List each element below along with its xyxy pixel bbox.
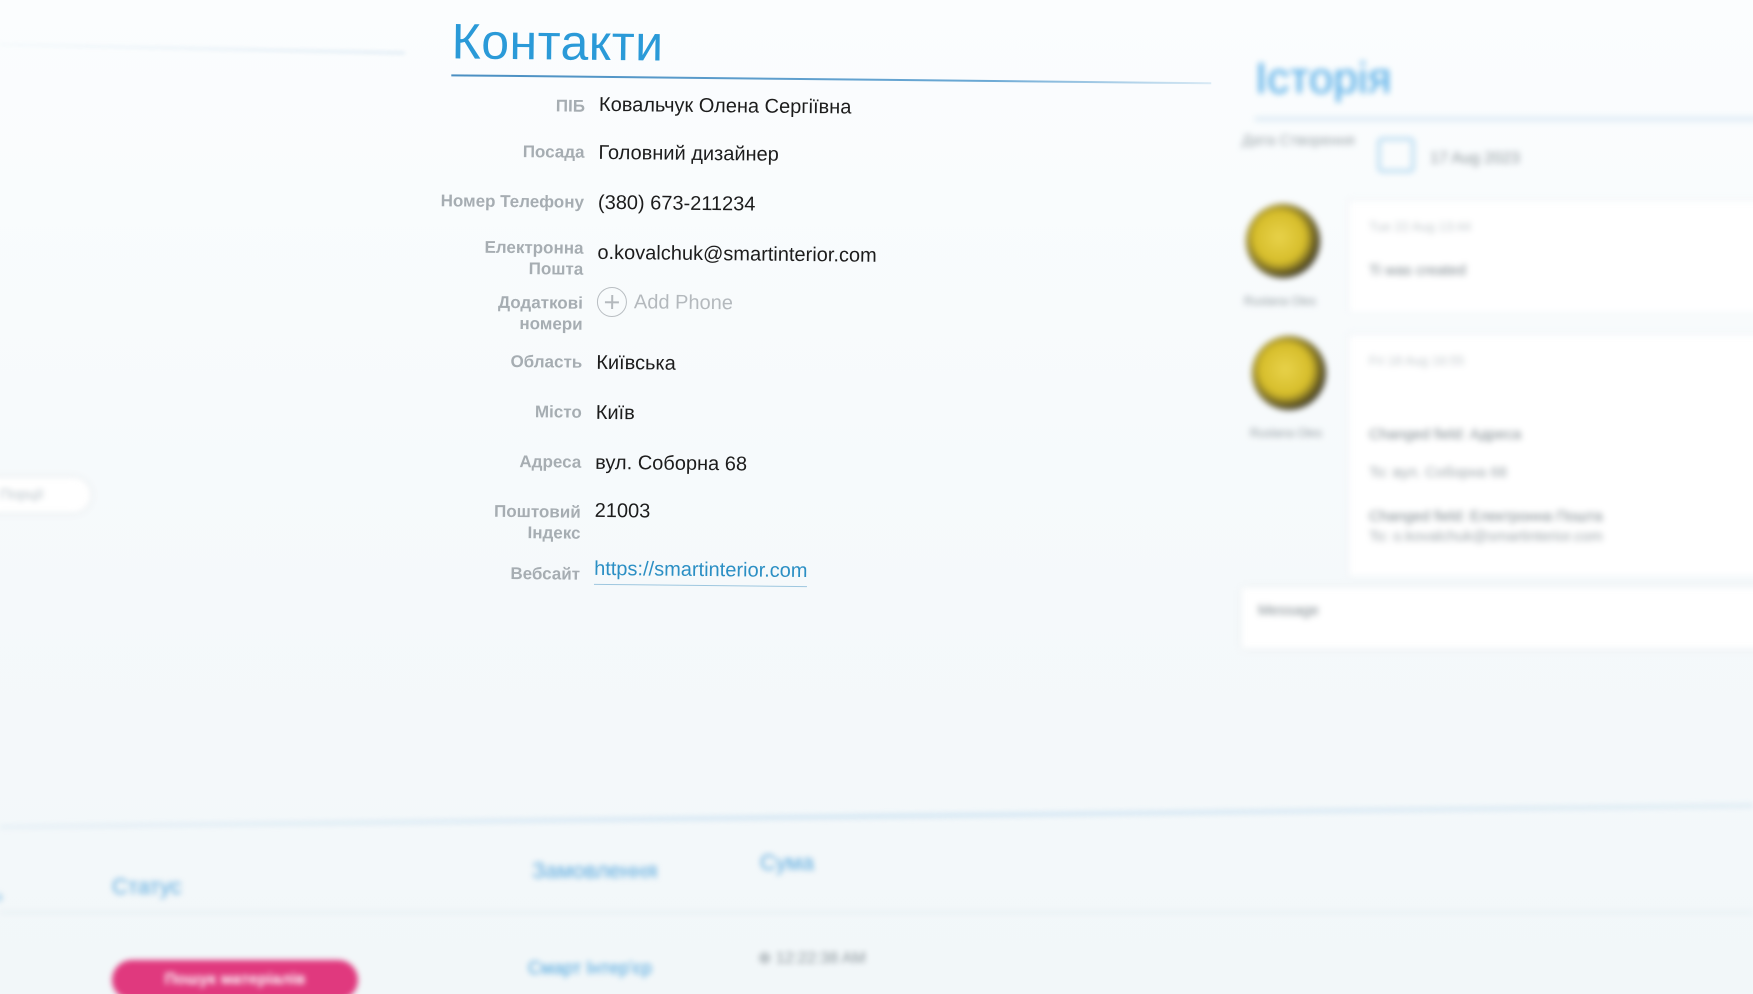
history-author-2: Ruslana Oles	[1250, 426, 1323, 440]
calendar-icon[interactable]	[1378, 138, 1414, 172]
left-filter-pill[interactable]: Порції	[0, 478, 90, 512]
field-address: Адреса вул. Соборна 68	[415, 450, 1215, 476]
table-top-divider	[0, 804, 1753, 828]
avatar	[1246, 204, 1320, 278]
created-date-label: Дата Створення	[1242, 132, 1355, 149]
contacts-title-underline	[451, 74, 1212, 85]
field-full-name: ПІБ Ковальчук Олена Сергіївна	[419, 90, 1219, 119]
history-entry-2: Fri 18 Aug 16:55 Changed field: Адреса T…	[1348, 334, 1753, 575]
column-header-status[interactable]: Статус	[112, 874, 182, 900]
full-name-value[interactable]: Ковальчук Олена Сергіївна	[599, 94, 852, 120]
history-change-1-line2: To: вул. Соборна 68	[1369, 464, 1508, 481]
history-entry-1-time: Tue 22 Aug 13:44	[1369, 219, 1472, 234]
history-change-2: Changed field: Електронна Пошта To: o.ko…	[1369, 507, 1603, 547]
column-header-order[interactable]: Замовлення	[532, 858, 657, 884]
status-badge[interactable]: Пошук матеріалів	[112, 960, 358, 994]
contacts-title: Контакти	[451, 13, 664, 72]
order-link[interactable]: Смарт Інтер'єр	[528, 958, 652, 979]
email-label-line1: Електронна	[484, 237, 584, 258]
postal-code-label: Поштовий Індекс	[400, 500, 581, 544]
city-value[interactable]: Київ	[596, 402, 635, 425]
phone-value[interactable]: (380) 673-211234	[598, 192, 756, 217]
full-name-label: ПІБ	[555, 96, 586, 116]
field-postal-code: Поштовий Індекс 21003	[415, 500, 1215, 543]
orders-table: › Статус Замовлення Сума Пошук матеріалі…	[0, 804, 1753, 994]
add-phone-label: Add Phone	[633, 290, 734, 314]
message-placeholder: Message	[1258, 602, 1319, 619]
plus-circle-icon	[596, 286, 628, 318]
table-header-divider	[0, 912, 1753, 913]
history-change-2-line2: To: o.kovalchuk@smartinterior.com	[1369, 528, 1603, 545]
extra-numbers-label: Додаткові номери	[403, 291, 583, 335]
history-title: Історія	[1255, 54, 1392, 103]
field-city: Місто Київ	[416, 400, 1216, 424]
postal-code-label-line1: Поштовий	[494, 501, 581, 522]
email-label: Електронна Пошта	[403, 236, 583, 280]
left-panel-divider	[0, 44, 405, 54]
row-time: ⊕ 12:22:38 AM	[758, 950, 866, 967]
contacts-panel: Контакти ПІБ Ковальчук Олена Сергіївна П…	[413, 8, 1220, 696]
history-change-1-line1: Changed field: Адреса	[1369, 426, 1522, 443]
website-label: Вебсайт	[510, 563, 581, 584]
postal-code-value[interactable]: 21003	[595, 500, 651, 524]
address-label: Адреса	[519, 452, 582, 472]
region-value[interactable]: Київська	[596, 352, 676, 376]
history-panel: Історія Дата Створення 17 Aug 2023 Rusla…	[1230, 40, 1753, 680]
field-extra-numbers: Додаткові номери Add Phone	[417, 286, 1217, 334]
email-label-line2: Пошта	[528, 259, 584, 279]
field-region: Область Київська	[416, 350, 1216, 375]
history-change-2-line1: Changed field: Електронна Пошта	[1369, 508, 1603, 525]
field-website: Вебсайт https://smartinterior.com	[414, 557, 1214, 588]
phone-label: Номер Телефону	[440, 191, 585, 212]
message-input[interactable]: Message	[1242, 588, 1753, 648]
history-entry-2-time: Fri 18 Aug 16:55	[1369, 353, 1465, 368]
website-link[interactable]: https://smartinterior.com	[593, 557, 808, 588]
position-label: Посада	[522, 142, 585, 162]
field-phone: Номер Телефону (380) 673-211234	[418, 188, 1218, 215]
address-value[interactable]: вул. Соборна 68	[595, 452, 747, 477]
history-title-underline	[1255, 118, 1753, 120]
email-value[interactable]: o.kovalchuk@smartinterior.com	[597, 242, 877, 268]
column-header-sum[interactable]: Сума	[760, 850, 814, 876]
page: Порції Контакти ПІБ Ковальчук Олена Серг…	[0, 0, 1753, 994]
add-phone-button[interactable]: Add Phone	[596, 286, 734, 318]
field-position: Посада Головний дизайнер	[419, 138, 1219, 166]
created-date-value: 17 Aug 2023	[1430, 150, 1520, 167]
extra-numbers-label-line1: Додаткові	[497, 292, 584, 313]
region-label: Область	[510, 351, 583, 372]
history-author-1: Ruslana Oles	[1244, 294, 1317, 308]
history-change-1: Changed field: Адреса To: вул. Соборна 6…	[1369, 425, 1521, 483]
city-label: Місто	[534, 402, 582, 422]
avatar	[1252, 336, 1326, 410]
extra-numbers-label-line2: номери	[519, 314, 583, 334]
position-value[interactable]: Головний дизайнер	[598, 142, 779, 167]
history-entry-1: Tue 22 Aug 13:44 Ti was created	[1348, 200, 1753, 311]
chevron-left-icon[interactable]: ›	[0, 886, 3, 909]
field-email: Електронна Пошта o.kovalchuk@smartinteri…	[418, 236, 1218, 279]
history-entry-1-text: Ti was created	[1369, 262, 1466, 279]
postal-code-label-line2: Індекс	[527, 523, 581, 543]
